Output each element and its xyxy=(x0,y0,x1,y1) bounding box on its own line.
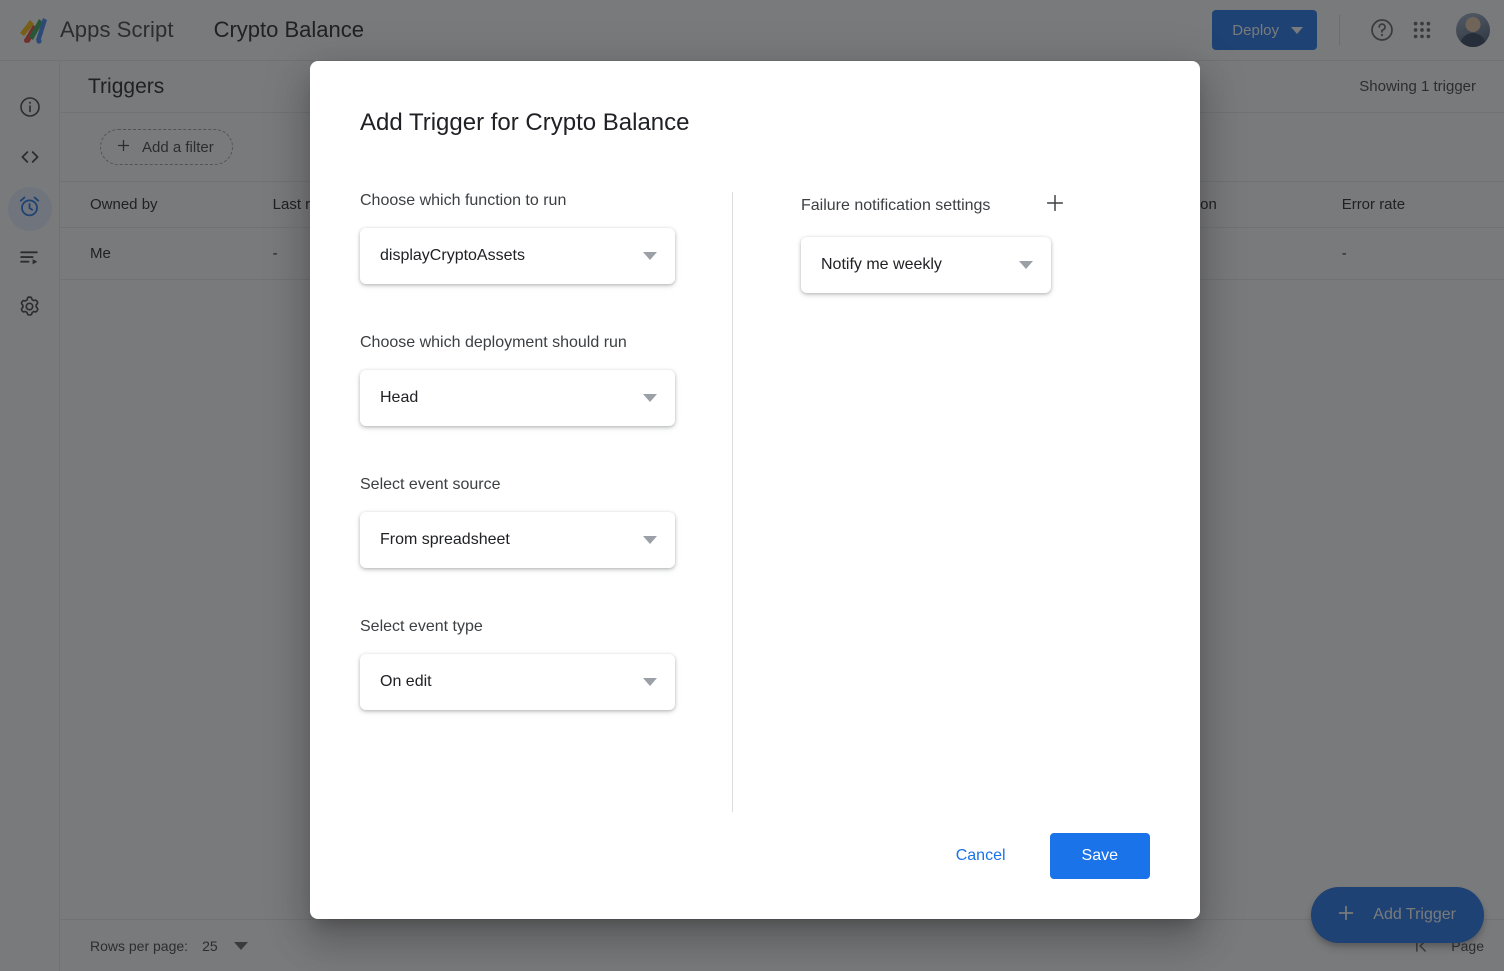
save-button[interactable]: Save xyxy=(1049,833,1150,879)
select-event-type[interactable]: On edit xyxy=(360,654,675,710)
dialog-body: Choose which function to run displayCryp… xyxy=(360,192,1150,812)
select-function-to-run[interactable]: displayCryptoAssets xyxy=(360,228,675,284)
select-event-type-value: On edit xyxy=(380,673,432,690)
dialog-title: Add Trigger for Crypto Balance xyxy=(360,109,690,136)
label-function-to-run: Choose which function to run xyxy=(360,192,567,209)
failure-notification-header: Failure notification settings xyxy=(801,192,1066,219)
add-notification-button[interactable] xyxy=(1044,192,1066,219)
select-event-source-value: From spreadsheet xyxy=(380,531,510,548)
add-trigger-dialog: Add Trigger for Crypto Balance Choose wh… xyxy=(310,61,1200,919)
select-event-source[interactable]: From spreadsheet xyxy=(360,512,675,568)
label-failure-notification: Failure notification settings xyxy=(801,196,991,214)
label-event-source: Select event source xyxy=(360,476,501,493)
app-root: Apps Script Crypto Balance Deploy xyxy=(0,0,1504,971)
dialog-column-right: Failure notification settings Notify me … xyxy=(733,192,1066,812)
dialog-column-left: Choose which function to run displayCryp… xyxy=(360,192,700,812)
cancel-button[interactable]: Cancel xyxy=(942,837,1020,875)
dropdown-caret-icon xyxy=(643,252,657,260)
select-deployment-to-run-value: Head xyxy=(380,389,419,406)
select-failure-notification[interactable]: Notify me weekly xyxy=(801,237,1051,293)
label-event-type: Select event type xyxy=(360,618,483,635)
plus-icon xyxy=(1044,192,1066,219)
dropdown-caret-icon xyxy=(643,394,657,402)
dialog-actions: Cancel Save xyxy=(942,833,1150,879)
select-function-to-run-value: displayCryptoAssets xyxy=(380,247,525,264)
dropdown-caret-icon xyxy=(1019,261,1033,269)
dropdown-caret-icon xyxy=(643,678,657,686)
label-deployment-to-run: Choose which deployment should run xyxy=(360,334,627,351)
select-failure-notification-value: Notify me weekly xyxy=(821,256,942,273)
select-deployment-to-run[interactable]: Head xyxy=(360,370,675,426)
dropdown-caret-icon xyxy=(643,536,657,544)
